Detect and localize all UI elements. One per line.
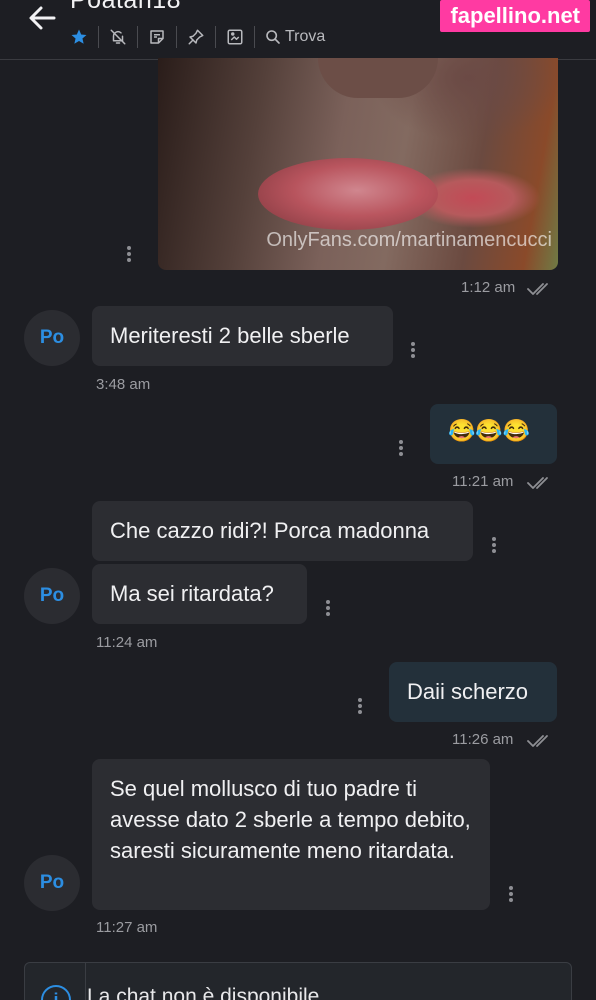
message-time: 1:12 am [461, 279, 516, 296]
incoming-message: Meriteresti 2 belle sberle [92, 306, 393, 366]
message-text: Che cazzo ridi?! Porca madonna [110, 518, 430, 543]
back-arrow-icon [29, 6, 56, 30]
info-icon: i [41, 985, 71, 1000]
message-time: 11:21 am [452, 473, 514, 490]
avatar[interactable]: Po [24, 568, 80, 624]
incoming-message: Se quel mollusco di tuo padre ti avesse … [92, 759, 490, 910]
message-time: 11:27 am [96, 919, 158, 936]
message-text: Meriteresti 2 belle sberle [110, 323, 350, 348]
star-icon [71, 29, 87, 44]
message-options-button[interactable] [408, 340, 418, 360]
site-watermark-logo: fapellino.net [440, 0, 590, 32]
double-check-icon [527, 477, 548, 489]
message-text: Ma sei ritardata? [110, 581, 274, 606]
message-text: 😂😂😂 [448, 418, 531, 443]
avatar[interactable]: Po [24, 855, 80, 911]
message-options-button[interactable] [124, 244, 134, 264]
chat-toolbar: Trova [60, 22, 335, 52]
media-icon [227, 29, 243, 45]
photo-watermark: OnlyFans.com/martinamencucci [266, 229, 552, 251]
message-options-button[interactable] [396, 438, 406, 458]
message-text: Se quel mollusco di tuo padre ti avesse … [110, 776, 471, 863]
message-options-button[interactable] [355, 696, 365, 716]
incoming-message: Che cazzo ridi?! Porca madonna [92, 501, 473, 561]
banner-text: La chat non è disponibile [87, 985, 320, 1000]
message-time: 11:24 am [96, 634, 158, 651]
outgoing-message: 😂😂😂 [430, 404, 557, 464]
bell-off-icon [110, 29, 126, 45]
double-check-icon [527, 283, 548, 295]
avatar[interactable]: Po [24, 310, 80, 366]
banner-divider [85, 963, 86, 1000]
back-button[interactable] [24, 2, 60, 34]
message-options-button[interactable] [323, 598, 333, 618]
outgoing-message: Daii scherzo [389, 662, 557, 722]
pin-icon [188, 29, 204, 45]
search-label: Trova [285, 28, 326, 45]
photo-message[interactable]: OnlyFans.com/martinamencucci [158, 58, 558, 270]
incoming-message: Ma sei ritardata? [92, 564, 307, 624]
chat-title[interactable]: Poatan18 [70, 0, 181, 15]
chat-unavailable-banner: i La chat non è disponibile [24, 962, 572, 1000]
message-time: 11:26 am [452, 731, 514, 748]
search-icon [266, 30, 280, 44]
photo-detail [318, 58, 438, 98]
double-check-icon [527, 735, 548, 747]
pin-button[interactable] [177, 22, 215, 52]
message-text: Daii scherzo [407, 679, 529, 704]
media-button[interactable] [216, 22, 254, 52]
favorite-button[interactable] [60, 22, 98, 52]
message-options-button[interactable] [489, 535, 499, 555]
note-icon [150, 30, 164, 44]
message-options-button[interactable] [506, 884, 516, 904]
notes-button[interactable] [138, 22, 176, 52]
photo-detail [258, 158, 438, 230]
message-time: 3:48 am [96, 376, 151, 393]
mute-button[interactable] [99, 22, 137, 52]
search-button[interactable]: Trova [255, 22, 335, 52]
